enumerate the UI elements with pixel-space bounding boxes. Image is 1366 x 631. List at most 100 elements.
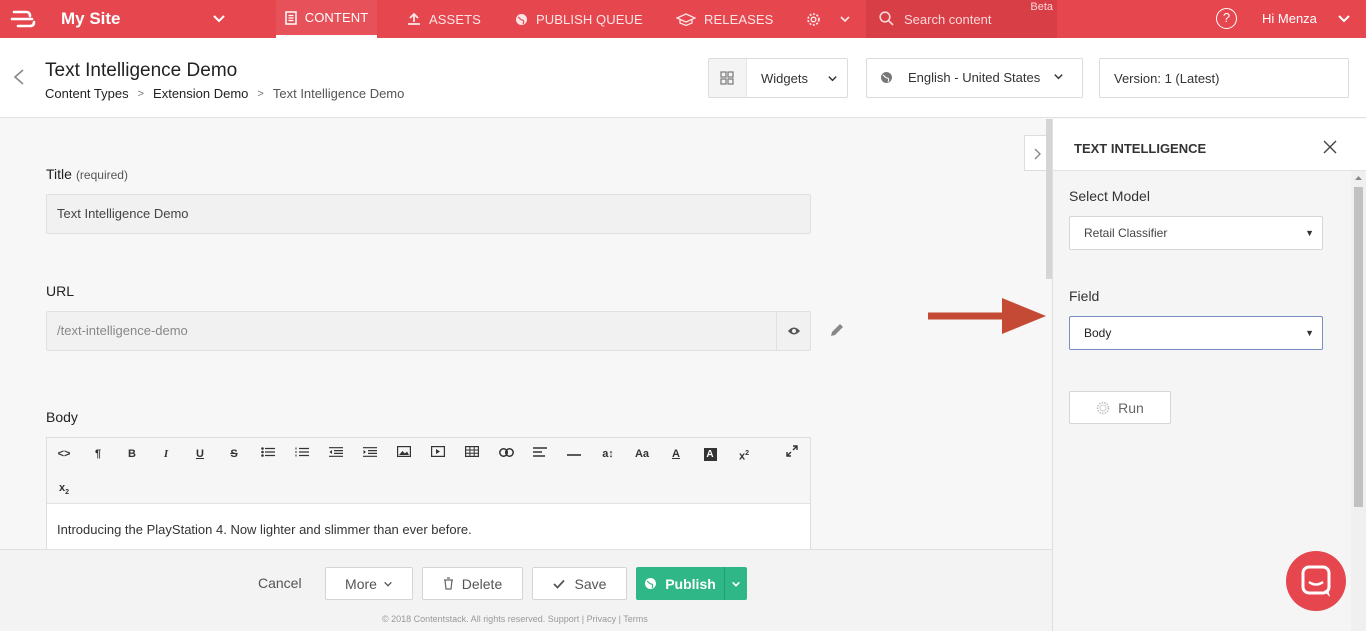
image-icon[interactable] <box>392 443 416 465</box>
search-input[interactable]: Search content Beta <box>866 0 1057 38</box>
rte-toolbar: <> ¶ B I U S a↕ Aa A A x2 x2 <box>47 438 810 504</box>
font-size-icon[interactable]: Aa <box>630 443 654 465</box>
select-model-label: Select Model <box>1069 188 1150 204</box>
back-chevron-icon[interactable] <box>12 68 26 86</box>
search-icon <box>879 11 894 26</box>
panel-title: TEXT INTELLIGENCE <box>1074 141 1207 156</box>
breadcrumb-item: Text Intelligence Demo <box>272 86 405 101</box>
url-label: URL <box>46 283 75 299</box>
globe-icon <box>645 578 657 589</box>
rich-text-editor[interactable]: <> ¶ B I U S a↕ Aa A A x2 x2 Introducing… <box>46 437 811 549</box>
breadcrumb-separator-icon: > <box>137 87 145 100</box>
breadcrumb-item[interactable]: Extension Demo <box>153 86 248 101</box>
chevron-down-icon[interactable] <box>212 12 226 26</box>
horizontal-rule-icon[interactable] <box>562 443 586 465</box>
breadcrumb: Content Types > Extension Demo > Text In… <box>45 86 404 101</box>
link-icon[interactable] <box>494 443 518 465</box>
title-input[interactable]: Text Intelligence Demo <box>46 194 811 234</box>
page-title: Text Intelligence Demo <box>45 60 238 81</box>
tab-releases[interactable]: RELEASES <box>676 0 773 38</box>
language-label: English - United States <box>908 70 1041 85</box>
italic-icon[interactable]: I <box>154 443 178 465</box>
line-height-icon[interactable]: a↕ <box>596 443 620 465</box>
arrow-right-icon <box>928 298 1046 334</box>
contentstack-logo-icon[interactable] <box>10 7 38 31</box>
close-icon[interactable] <box>1323 140 1337 154</box>
releases-icon <box>676 12 696 26</box>
chevron-down-icon <box>828 76 837 82</box>
delete-button[interactable]: Delete <box>422 567 523 600</box>
table-icon[interactable] <box>460 443 484 465</box>
panel-header: TEXT INTELLIGENCE <box>1053 119 1366 171</box>
bold-icon[interactable]: B <box>120 443 144 465</box>
strikethrough-icon[interactable]: S <box>222 443 246 465</box>
upload-icon <box>408 12 420 25</box>
site-name[interactable]: My Site <box>61 9 121 29</box>
breadcrumb-separator-icon: > <box>257 87 264 100</box>
cancel-button[interactable]: Cancel <box>258 575 302 591</box>
body-label: Body <box>46 409 78 425</box>
widgets-dropdown[interactable]: Widgets <box>708 58 848 98</box>
settings-menu[interactable] <box>806 0 859 38</box>
language-selector[interactable]: English - United States <box>866 58 1083 98</box>
chat-icon <box>1301 565 1331 597</box>
outdent-icon[interactable] <box>324 443 348 465</box>
spinner-icon <box>1096 401 1110 414</box>
trash-icon <box>443 577 453 590</box>
version-label: Version: 1 (Latest) <box>1114 71 1220 86</box>
url-input[interactable]: /text-intelligence-demo <box>46 311 811 351</box>
tab-publish-queue[interactable]: PUBLISH QUEUE <box>515 0 643 38</box>
chevron-down-icon <box>840 16 850 23</box>
help-icon[interactable]: ? <box>1216 8 1237 29</box>
scrollbar-thumb[interactable] <box>1354 187 1363 507</box>
breadcrumb-item[interactable]: Content Types <box>45 86 129 101</box>
content-icon <box>284 10 297 25</box>
chevron-down-icon[interactable] <box>1337 12 1351 26</box>
publish-button-group: Publish <box>636 567 747 600</box>
more-button[interactable]: More <box>325 567 413 600</box>
tab-assets[interactable]: ASSETS <box>407 0 481 38</box>
chevron-down-icon <box>1054 74 1063 80</box>
model-select[interactable]: Retail Classifier ▼ <box>1069 216 1323 250</box>
search-placeholder: Search content <box>904 12 992 27</box>
align-icon[interactable] <box>528 443 552 465</box>
publish-options-button[interactable] <box>724 567 747 600</box>
bullet-list-icon[interactable] <box>256 443 280 465</box>
chevron-down-icon <box>732 581 740 587</box>
widgets-label: Widgets <box>761 71 808 86</box>
top-navigation-bar: My Site CONTENT ASSETS PUBLISH QUEUE REL… <box>0 0 1366 38</box>
url-preview-button[interactable] <box>776 311 811 351</box>
paragraph-icon[interactable]: ¶ <box>86 443 110 465</box>
subscript-icon[interactable]: x2 <box>52 477 76 499</box>
field-label: Field <box>1069 288 1100 304</box>
underline-icon[interactable]: U <box>188 443 212 465</box>
code-view-icon[interactable]: <> <box>52 443 76 465</box>
numbered-list-icon[interactable] <box>290 443 314 465</box>
indent-icon[interactable] <box>358 443 382 465</box>
eye-icon <box>788 327 800 335</box>
globe-icon <box>516 13 527 25</box>
fullscreen-icon[interactable] <box>780 443 804 465</box>
font-color-icon[interactable]: A <box>664 443 688 465</box>
user-menu[interactable]: Hi Menza <box>1262 11 1317 26</box>
publish-button[interactable]: Publish <box>636 567 724 600</box>
tab-content[interactable]: CONTENT <box>276 0 377 38</box>
copyright-text: © 2018 Contentstack. All rights reserved… <box>382 614 648 624</box>
superscript-icon[interactable]: x2 <box>732 443 756 465</box>
rte-content[interactable]: Introducing the PlayStation 4. Now light… <box>57 522 820 537</box>
background-color-icon[interactable]: A <box>698 443 722 465</box>
version-selector[interactable]: Version: 1 (Latest) <box>1099 58 1349 98</box>
chat-button[interactable] <box>1286 551 1346 611</box>
title-label: Title (required) <box>46 166 128 182</box>
chevron-down-icon <box>384 581 392 587</box>
chevron-down-icon: ▼ <box>1305 228 1314 238</box>
save-button[interactable]: Save <box>532 567 627 600</box>
entry-form: Title (required) Text Intelligence Demo U… <box>0 119 1047 549</box>
scroll-up-icon[interactable] <box>1354 175 1363 181</box>
required-hint: (required) <box>75 168 128 182</box>
video-icon[interactable] <box>426 443 450 465</box>
pencil-icon[interactable] <box>829 322 845 338</box>
run-button[interactable]: Run <box>1069 391 1171 424</box>
field-select[interactable]: Body ▼ <box>1069 316 1323 350</box>
panel-scrollbar[interactable] <box>1351 171 1366 631</box>
